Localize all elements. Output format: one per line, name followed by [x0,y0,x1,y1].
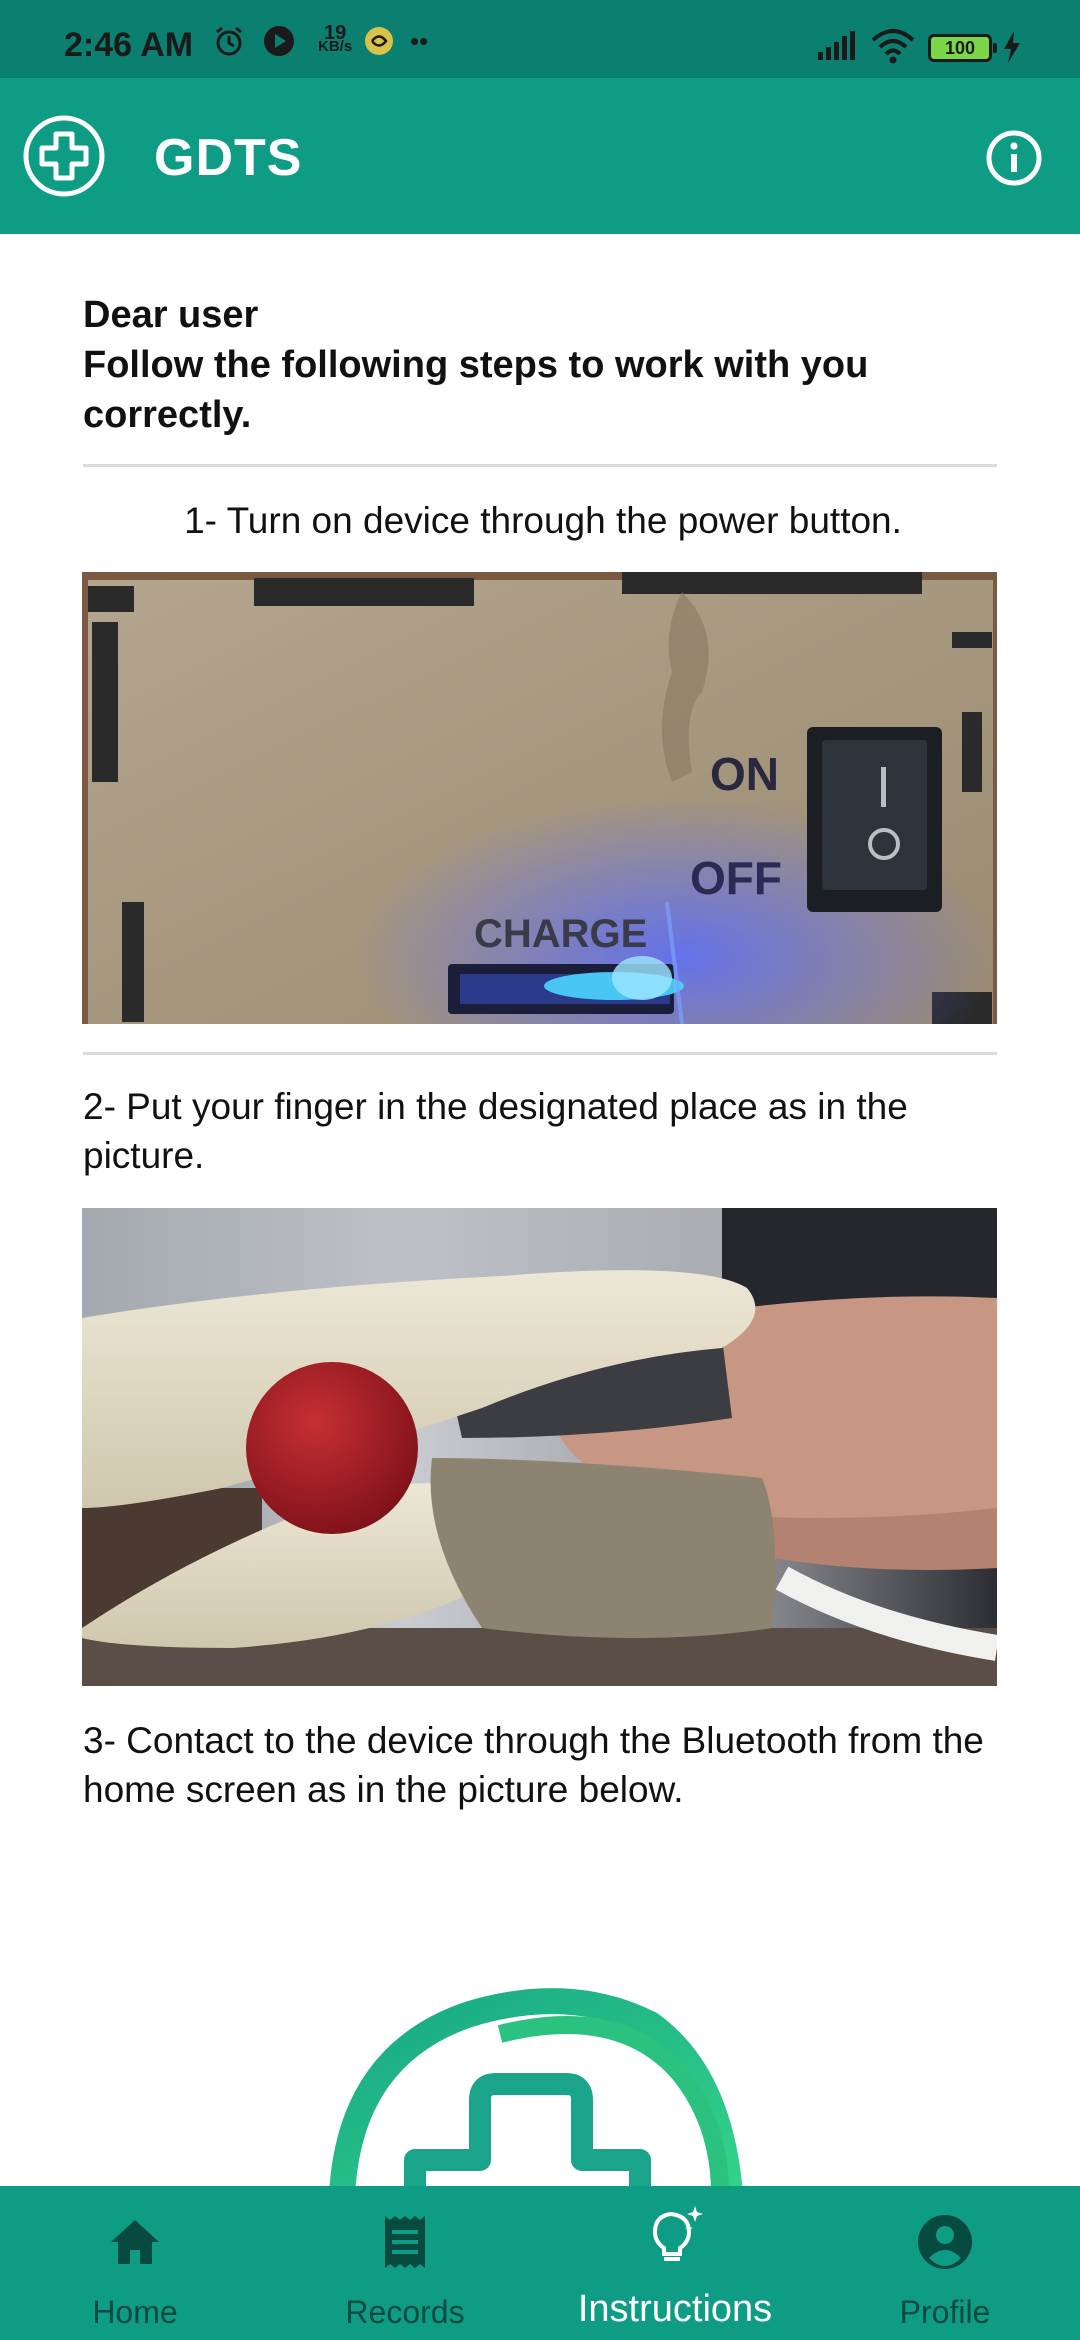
network-speed: 19 KB/s [318,23,353,55]
greeting: Dear user Follow the following steps to … [83,290,1003,440]
signal-icon [818,31,855,60]
greeting-line1: Dear user [83,294,259,336]
step-2-text: 2- Put your finger in the designated pla… [83,1086,908,1176]
home-icon [111,2220,159,2264]
home-screen-logo-illustration [329,1988,743,2186]
alarm-icon [216,26,242,56]
charging-icon [1004,31,1020,63]
app-title: GDTS [154,129,303,187]
wifi-icon [871,29,915,64]
net-speed-unit: KB/s [318,38,353,55]
divider-1 [83,464,997,467]
device-power-photo: ON OFF CHARGE [82,572,997,1024]
screen: 2:46 AM 19 KB/s •• 100 GDTS Dear user Fo… [0,0,1080,2340]
photo-label-off: OFF [690,852,782,904]
lightbulb-icon [652,2206,703,2261]
info-icon[interactable] [984,128,1044,188]
nav-item-records[interactable]: Records [270,2186,540,2340]
status-time: 2:46 AM [64,26,194,64]
bottom-navigation: Home Records Instructions Profile [0,2186,1080,2340]
app-bar: GDTS [0,78,1080,234]
step-3-text: 3- Contact to the device through the Blu… [83,1720,984,1810]
app-notification-icon [365,27,393,55]
medical-cross-logo-icon [23,115,105,197]
battery-indicator: 100 [928,34,997,62]
nav-label-profile: Profile [899,2294,991,2330]
photo-label-on: ON [710,748,779,800]
finger-sensor-photo [82,1208,997,1686]
instructions-content[interactable]: Dear user Follow the following steps to … [0,234,1080,2186]
more-notifications-dots: •• [410,26,429,56]
nav-label-instructions: Instructions [577,2288,773,2330]
nav-item-profile[interactable]: Profile [810,2186,1080,2340]
status-bar: 2:46 AM 19 KB/s •• 100 [0,0,1080,78]
nav-label-records: Records [345,2294,465,2330]
play-icon [264,26,294,56]
nav-item-instructions[interactable]: Instructions [540,2186,810,2340]
divider-2 [83,1052,997,1055]
greeting-line2: Follow the following steps to work with … [83,344,869,436]
nav-item-home[interactable]: Home [0,2186,270,2340]
nav-label-home: Home [92,2294,178,2330]
photo-label-charge: CHARGE [474,912,647,956]
profile-icon [918,2215,972,2269]
step-1-text: 1- Turn on device through the power butt… [184,500,902,541]
receipt-icon [385,2216,425,2268]
